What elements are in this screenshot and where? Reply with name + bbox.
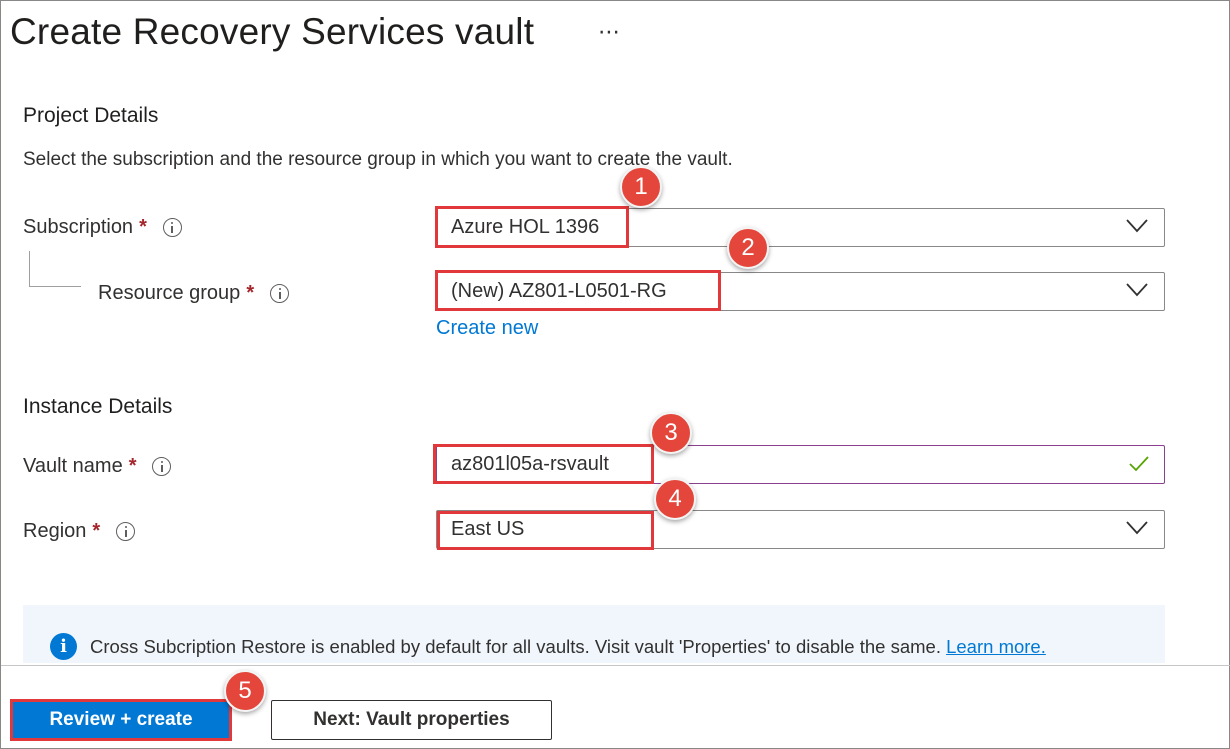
step-badge-3: 3 xyxy=(650,412,692,454)
next-vault-properties-button[interactable]: Next: Vault properties xyxy=(271,700,552,740)
region-label-text: Region xyxy=(23,520,87,542)
step-badge-5: 5 xyxy=(224,670,266,712)
info-icon[interactable] xyxy=(162,218,182,237)
vault-name-label: Vault name * xyxy=(23,455,172,478)
vault-name-value: az801l05a-rsvault xyxy=(451,453,609,475)
checkmark-icon xyxy=(1129,456,1149,472)
resource-group-dropdown[interactable]: (New) AZ801-L0501-RG xyxy=(436,272,1165,311)
footer-divider xyxy=(1,665,1230,666)
required-marker: * xyxy=(128,455,137,477)
resource-group-label: Resource group * xyxy=(98,282,290,305)
page-title: Create Recovery Services vault xyxy=(10,11,535,52)
info-icon[interactable] xyxy=(116,522,136,541)
step-badge-2: 2 xyxy=(727,227,769,269)
tree-connector xyxy=(29,251,81,287)
subscription-value: Azure HOL 1396 xyxy=(451,216,600,238)
subscription-label-text: Subscription xyxy=(23,216,134,238)
project-details-heading: Project Details xyxy=(23,104,159,127)
region-value: East US xyxy=(451,518,525,540)
page-frame: Create Recovery Services vault ⋯ Project… xyxy=(0,0,1230,749)
region-dropdown[interactable]: East US xyxy=(436,510,1165,549)
vault-name-input[interactable]: az801l05a-rsvault xyxy=(436,445,1165,484)
info-message-text: Cross Subcription Restore is enabled by … xyxy=(90,636,1046,658)
resource-group-label-text: Resource group xyxy=(98,282,241,304)
subscription-dropdown[interactable]: Azure HOL 1396 xyxy=(436,208,1165,247)
chevron-down-icon xyxy=(1126,283,1148,297)
review-create-button[interactable]: Review + create xyxy=(12,700,230,740)
info-filled-icon: i xyxy=(50,633,77,660)
region-label: Region * xyxy=(23,520,136,543)
required-marker: * xyxy=(246,282,255,304)
resource-group-value: (New) AZ801-L0501-RG xyxy=(451,280,667,302)
info-message-body: Cross Subcription Restore is enabled by … xyxy=(90,636,941,657)
chevron-down-icon xyxy=(1126,521,1148,535)
subscription-label: Subscription * xyxy=(23,216,182,239)
learn-more-link[interactable]: Learn more. xyxy=(946,636,1046,657)
required-marker: * xyxy=(92,520,101,542)
create-new-resource-group-link[interactable]: Create new xyxy=(436,317,538,340)
more-actions-button[interactable]: ⋯ xyxy=(598,19,621,45)
info-icon[interactable] xyxy=(270,284,290,303)
chevron-down-icon xyxy=(1126,219,1148,233)
step-badge-4: 4 xyxy=(654,478,696,520)
project-details-description: Select the subscription and the resource… xyxy=(23,149,733,170)
vault-name-label-text: Vault name xyxy=(23,455,123,477)
info-icon[interactable] xyxy=(152,457,172,476)
step-badge-1: 1 xyxy=(620,166,662,208)
instance-details-heading: Instance Details xyxy=(23,395,173,418)
required-marker: * xyxy=(139,216,147,238)
